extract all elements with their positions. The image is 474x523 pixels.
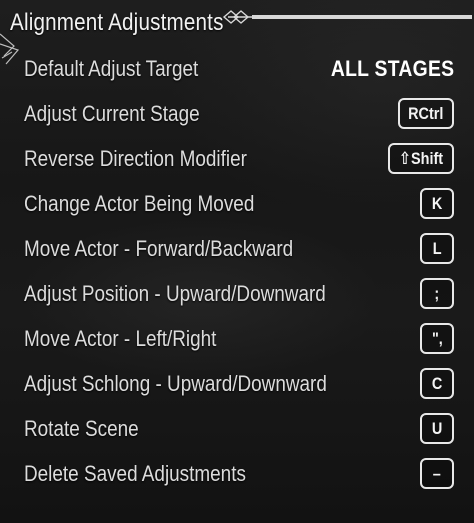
settings-list: Default Adjust Target ALL STAGES Adjust … [24,46,454,496]
setting-label: Adjust Position - Upward/Downward [24,280,326,306]
setting-row-move-left-right[interactable]: Move Actor - Left/Right ", [24,316,454,361]
setting-label: Reverse Direction Modifier [24,145,247,171]
key-binding-l[interactable]: L [420,233,454,264]
setting-label: Move Actor - Forward/Backward [24,235,294,261]
setting-label: Move Actor - Left/Right [24,325,217,351]
setting-row-rotate-scene[interactable]: Rotate Scene U [24,406,454,451]
key-binding-quote[interactable]: ", [420,323,454,354]
setting-label: Default Adjust Target [24,55,199,81]
setting-label: Rotate Scene [24,415,139,441]
key-binding-semicolon[interactable]: ; [420,278,454,309]
section-title: Alignment Adjustments [10,9,224,36]
setting-row-move-forward-backward[interactable]: Move Actor - Forward/Backward L [24,226,454,271]
alignment-adjustments-panel: Alignment Adjustments Default Adjust Tar… [0,0,474,523]
header-divider-ornament [222,10,472,24]
setting-label: Adjust Schlong - Upward/Downward [24,370,327,396]
setting-value: ALL STAGES [330,55,454,81]
setting-row-adjust-schlong[interactable]: Adjust Schlong - Upward/Downward C [24,361,454,406]
setting-label: Adjust Current Stage [24,100,200,126]
setting-label: Delete Saved Adjustments [24,460,246,486]
setting-row-delete-saved-adjustments[interactable]: Delete Saved Adjustments – [24,451,454,496]
key-binding-rctrl[interactable]: RCtrl [398,98,454,129]
key-binding-c[interactable]: C [420,368,454,399]
setting-row-adjust-position-updown[interactable]: Adjust Position - Upward/Downward ; [24,271,454,316]
key-binding-minus[interactable]: – [420,458,454,489]
corner-ornament-icon [0,33,20,65]
setting-label: Change Actor Being Moved [24,190,255,216]
setting-row-reverse-direction-modifier[interactable]: Reverse Direction Modifier ⇧Shift [24,136,454,181]
key-binding-k[interactable]: K [420,188,454,219]
setting-row-default-adjust-target[interactable]: Default Adjust Target ALL STAGES [24,46,454,91]
key-binding-u[interactable]: U [420,413,454,444]
setting-row-change-actor[interactable]: Change Actor Being Moved K [24,181,454,226]
key-binding-shift[interactable]: ⇧Shift [387,143,454,174]
setting-row-adjust-current-stage[interactable]: Adjust Current Stage RCtrl [24,91,454,136]
